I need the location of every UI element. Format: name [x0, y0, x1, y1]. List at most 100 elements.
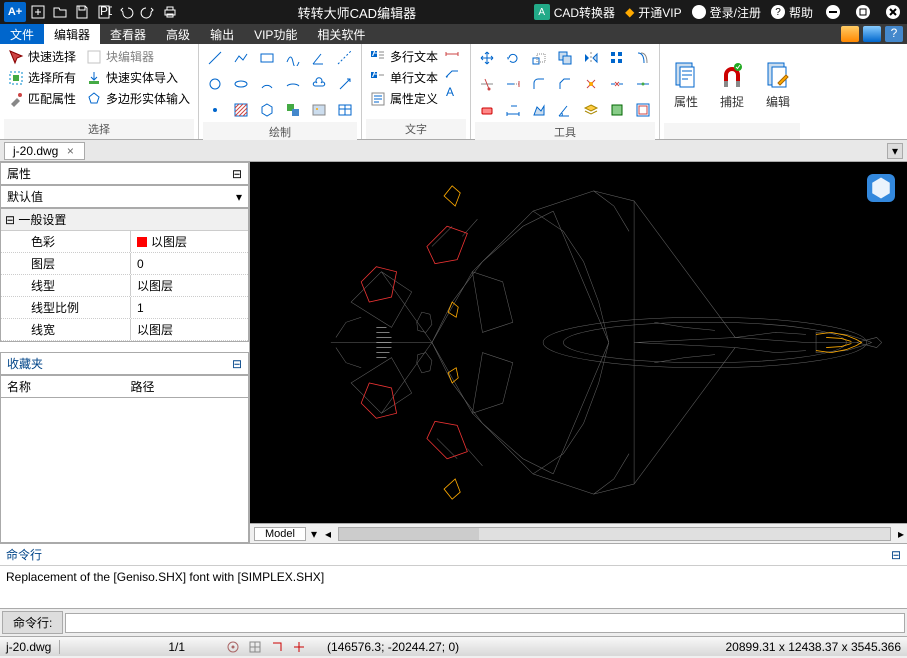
infinite-line-icon[interactable] — [333, 46, 357, 70]
menubar-tool-2[interactable] — [863, 26, 881, 42]
hatch-icon[interactable] — [229, 98, 253, 122]
tab-related[interactable]: 相关软件 — [307, 24, 375, 44]
angle-measure-icon[interactable] — [553, 98, 577, 122]
menubar-help-icon[interactable]: ? — [885, 26, 903, 42]
polar-toggle-icon[interactable] — [291, 639, 307, 655]
block-icon[interactable] — [605, 98, 629, 122]
prop-row-linescale[interactable]: 线型比例1 — [1, 297, 248, 319]
copy-icon[interactable] — [553, 46, 577, 70]
vip-button[interactable]: ◆开通VIP — [625, 4, 682, 21]
rotate-icon[interactable] — [501, 46, 525, 70]
snap-toggle-icon[interactable] — [225, 639, 241, 655]
chamfer-icon[interactable] — [553, 72, 577, 96]
minimize-icon[interactable] — [823, 2, 843, 22]
trim-icon[interactable] — [475, 72, 499, 96]
angle-icon[interactable] — [307, 46, 331, 70]
scroll-left-icon[interactable]: ◂ — [322, 527, 334, 541]
erase-icon[interactable] — [475, 98, 499, 122]
horizontal-scrollbar[interactable] — [338, 527, 891, 541]
block-insert-icon[interactable] — [281, 98, 305, 122]
chevron-down-icon[interactable]: ▾ — [236, 190, 242, 204]
hexagon-icon[interactable] — [255, 98, 279, 122]
app-logo[interactable]: A+ — [4, 2, 26, 22]
single-text-button[interactable]: A单行文本 — [366, 67, 442, 88]
maximize-icon[interactable] — [853, 2, 873, 22]
save-icon[interactable] — [72, 2, 92, 22]
viewport-icon[interactable] — [631, 98, 655, 122]
ellipse-icon[interactable] — [229, 72, 253, 96]
text-style-icon[interactable]: A — [444, 84, 466, 103]
circle-icon[interactable] — [203, 72, 227, 96]
polyline-icon[interactable] — [229, 46, 253, 70]
pdf-icon[interactable]: PDF — [94, 2, 114, 22]
pin-icon[interactable]: ⊟ — [891, 548, 901, 562]
mirror-icon[interactable] — [579, 46, 603, 70]
tab-dropdown-icon[interactable]: ▾ — [306, 527, 322, 541]
tab-vip[interactable]: VIP功能 — [244, 24, 307, 44]
elliptical-arc-icon[interactable] — [281, 72, 305, 96]
spline-icon[interactable] — [281, 46, 305, 70]
array-icon[interactable] — [605, 46, 629, 70]
favorites-header[interactable]: 收藏夹 ⊟ — [0, 352, 249, 375]
tab-advanced[interactable]: 高级 — [156, 24, 200, 44]
rectangle-icon[interactable] — [255, 46, 279, 70]
properties-button[interactable]: 属性 — [664, 46, 708, 123]
select-all-button[interactable]: 选择所有 — [4, 67, 80, 88]
close-icon[interactable] — [883, 2, 903, 22]
line-icon[interactable] — [203, 46, 227, 70]
table-icon[interactable] — [333, 98, 357, 122]
file-tab[interactable]: j-20.dwg × — [4, 142, 85, 160]
snap-button[interactable]: 捕捉 — [710, 46, 754, 123]
fillet-icon[interactable] — [527, 72, 551, 96]
edit-button[interactable]: 编辑 — [756, 46, 800, 123]
move-icon[interactable] — [475, 46, 499, 70]
ortho-toggle-icon[interactable] — [269, 639, 285, 655]
pin-icon[interactable]: ⊟ — [232, 357, 242, 371]
point-icon[interactable] — [203, 98, 227, 122]
match-props-button[interactable]: 匹配属性 — [4, 88, 80, 109]
dimension-icon[interactable] — [444, 46, 466, 65]
area-icon[interactable] — [527, 98, 551, 122]
close-icon[interactable]: × — [64, 145, 76, 157]
new-icon[interactable] — [28, 2, 48, 22]
ray-icon[interactable] — [333, 72, 357, 96]
grid-toggle-icon[interactable] — [247, 639, 263, 655]
menubar-tool-1[interactable] — [841, 26, 859, 42]
view-cube-button[interactable] — [867, 174, 895, 202]
tab-overflow-arrow[interactable]: ▾ — [887, 143, 903, 159]
undo-icon[interactable] — [116, 2, 136, 22]
explode-icon[interactable] — [579, 72, 603, 96]
favorites-list[interactable] — [0, 398, 249, 543]
drawing-canvas[interactable] — [250, 162, 907, 523]
login-button[interactable]: 登录/注册 — [692, 4, 761, 21]
break-icon[interactable] — [605, 72, 629, 96]
props-section-general[interactable]: ⊟ 一般设置 — [1, 209, 248, 231]
extend-icon[interactable] — [501, 72, 525, 96]
scrollbar-thumb[interactable] — [339, 528, 479, 540]
polygon-entity-input-button[interactable]: 多边形实体输入 — [82, 88, 194, 109]
model-tab[interactable]: Model — [254, 527, 306, 541]
prop-row-layer[interactable]: 图层0 — [1, 253, 248, 275]
multi-text-button[interactable]: A多行文本 — [366, 46, 442, 67]
tab-viewer[interactable]: 查看器 — [100, 24, 156, 44]
print-icon[interactable] — [160, 2, 180, 22]
prop-row-linetype[interactable]: 线型以图层 — [1, 275, 248, 297]
image-icon[interactable] — [307, 98, 331, 122]
cloud-icon[interactable] — [307, 72, 331, 96]
quick-entity-import-button[interactable]: 快速实体导入 — [82, 67, 194, 88]
leader-icon[interactable] — [444, 65, 466, 84]
prop-row-lineweight[interactable]: 线宽以图层 — [1, 319, 248, 341]
command-input[interactable] — [65, 613, 905, 633]
property-def-button[interactable]: 属性定义 — [366, 88, 442, 109]
cad-converter-button[interactable]: ACAD转换器 — [534, 4, 615, 21]
quick-select-button[interactable]: 快速选择 — [4, 46, 80, 67]
prop-row-color[interactable]: 色彩以图层 — [1, 231, 248, 253]
tab-output[interactable]: 输出 — [200, 24, 244, 44]
scale-icon[interactable] — [527, 46, 551, 70]
redo-icon[interactable] — [138, 2, 158, 22]
join-icon[interactable] — [631, 72, 655, 96]
open-icon[interactable] — [50, 2, 70, 22]
scroll-right-icon[interactable]: ▸ — [895, 527, 907, 541]
tab-file[interactable]: 文件 — [0, 24, 44, 44]
dist-icon[interactable] — [501, 98, 525, 122]
